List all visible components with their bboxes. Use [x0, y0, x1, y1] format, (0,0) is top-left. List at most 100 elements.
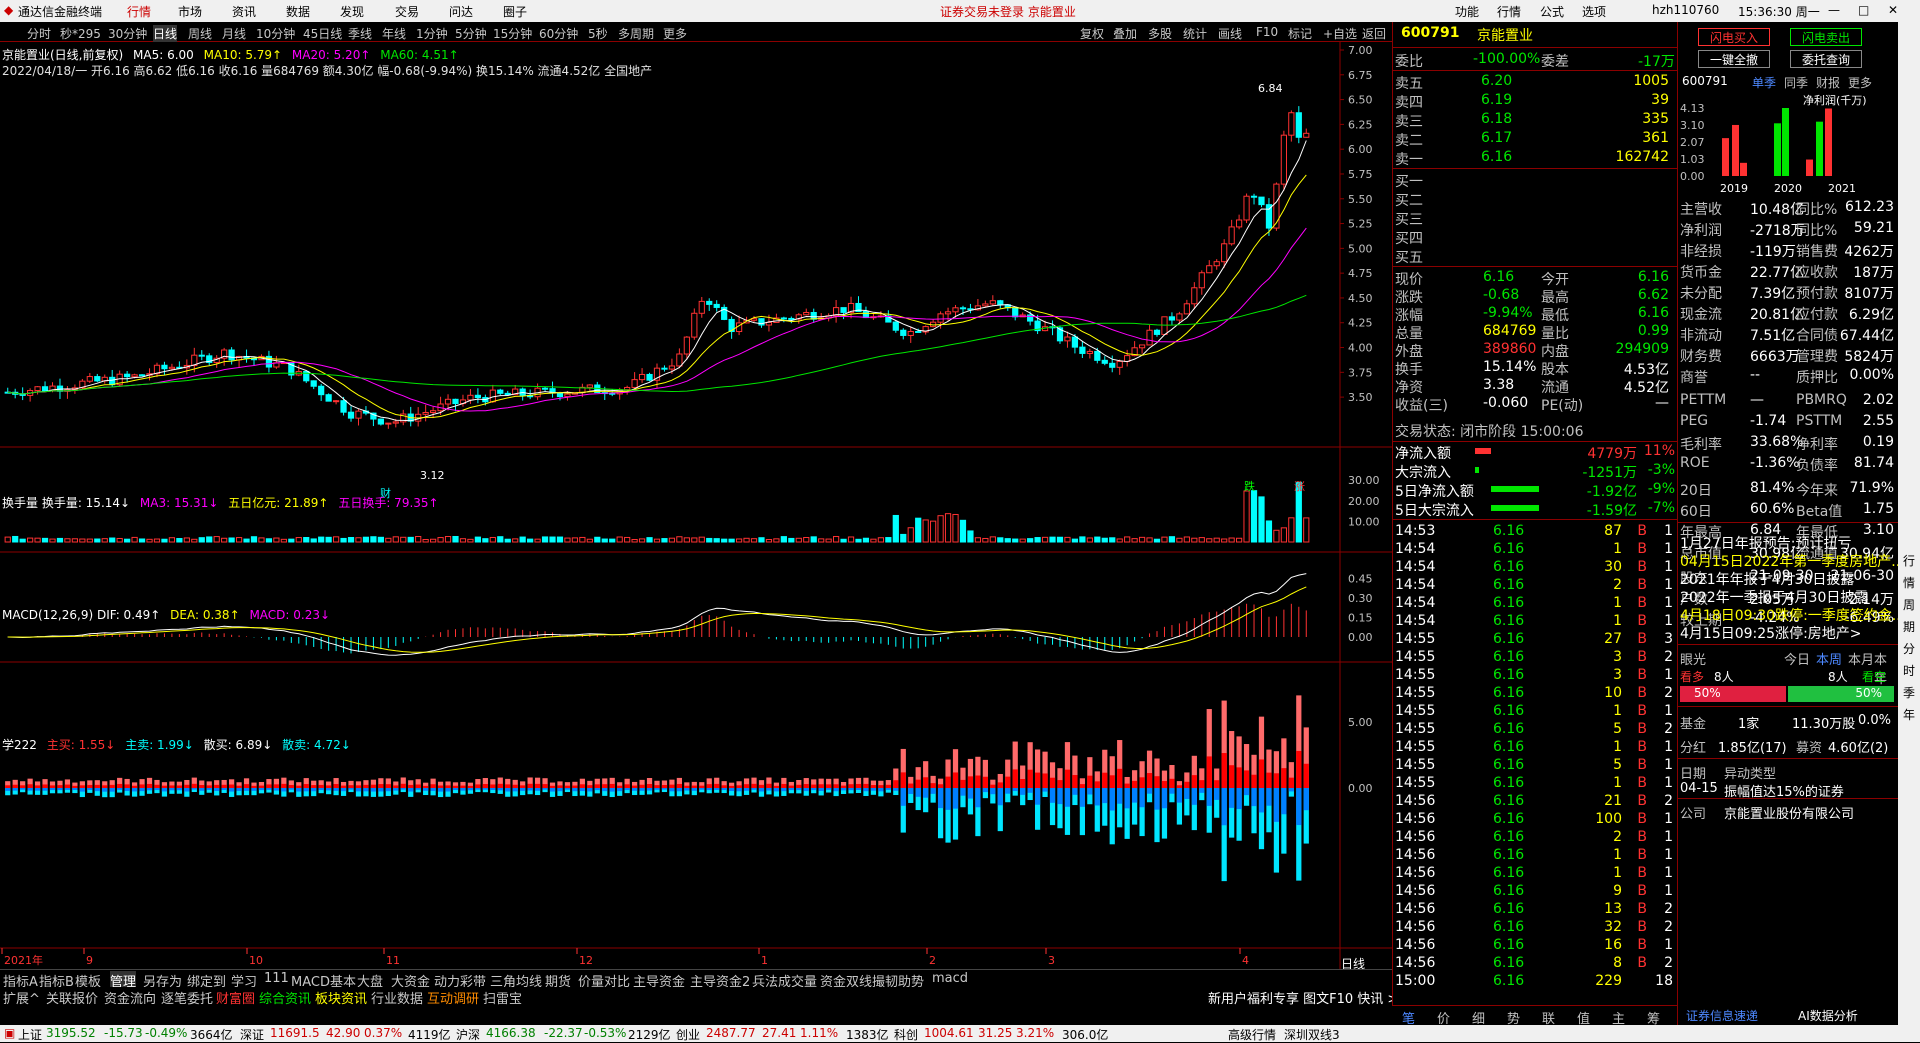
- period-more[interactable]: 更多: [663, 25, 687, 42]
- tool-fuquan[interactable]: 复权: [1080, 25, 1104, 42]
- tab-kuozhan[interactable]: 扩展^: [3, 988, 40, 1007]
- volume-bar: [1191, 537, 1198, 543]
- period-10m[interactable]: 10分钟: [256, 25, 295, 42]
- strip-item[interactable]: 期: [1903, 618, 1915, 635]
- tool-zixuan[interactable]: +自选: [1323, 25, 1357, 42]
- tab-hudongdiaoyan[interactable]: 互动调研: [427, 988, 479, 1007]
- candle-body: [624, 386, 631, 391]
- tab-macd[interactable]: macd: [932, 971, 968, 986]
- cancel-all-button[interactable]: 一键全撤: [1698, 50, 1770, 68]
- period-5s[interactable]: 5秒: [588, 25, 608, 42]
- menu-hangqing2[interactable]: 行情: [1497, 3, 1521, 20]
- candle-body: [1265, 204, 1273, 229]
- xue-main-buy-bar: [1027, 769, 1033, 788]
- promo-link[interactable]: 新用户福利专享 图文F10 快讯 >>: [1208, 988, 1409, 1007]
- capital-flows: 净流入额 4779万 11% 大宗流入 -1251万 -3% 5日净流入额 -1.92亿 -9%…: [1393, 442, 1677, 519]
- kc-label[interactable]: 科创: [894, 1026, 918, 1043]
- fin-row-cell: 2.02: [1862, 392, 1894, 408]
- xue-main-buy-bar: [654, 785, 660, 788]
- minimize-icon[interactable]: —: [1828, 3, 1840, 17]
- tick-row-cell: 1: [1664, 937, 1673, 953]
- gaoji-hangqing[interactable]: 高级行情: [1228, 1026, 1276, 1043]
- period-year[interactable]: 年线: [382, 25, 406, 42]
- eye-tab-today[interactable]: 今日: [1784, 649, 1810, 668]
- xue-main-buy-bar: [318, 784, 324, 788]
- tab-guanlianbaojia[interactable]: 关联报价: [46, 988, 98, 1007]
- tab-zhubiweituo[interactable]: 逐笔委托: [161, 988, 213, 1007]
- flash-sell-button[interactable]: 闪电卖出: [1790, 28, 1862, 46]
- xue-main-buy-bar: [87, 784, 93, 788]
- menu-shichang[interactable]: 市场: [178, 3, 202, 20]
- tab-caifuquan[interactable]: 财富圈: [216, 988, 255, 1007]
- hs-label[interactable]: 沪深: [456, 1026, 480, 1043]
- tool-tongji[interactable]: 统计: [1183, 25, 1207, 42]
- period-day[interactable]: 日线: [153, 25, 178, 42]
- tab-saoleibao[interactable]: 扫雷宝: [483, 988, 522, 1007]
- tool-biaoji[interactable]: 标记: [1288, 25, 1312, 42]
- menu-gongneng[interactable]: 功能: [1455, 3, 1479, 20]
- period-month[interactable]: 月线: [222, 25, 246, 42]
- period-fenshi[interactable]: 分时: [27, 25, 51, 42]
- period-miao[interactable]: 秒*295: [60, 25, 101, 42]
- menu-quanzi[interactable]: 圈子: [503, 3, 527, 20]
- tick-row-cell: 2: [1664, 901, 1673, 917]
- strip-item[interactable]: 周: [1903, 596, 1915, 613]
- tick-list[interactable]: 14:53 6.16 87 B 1 14:54 6.16 1 B 1 14:54 6.16 30 B 1 14…: [1393, 522, 1677, 1002]
- menu-zixun[interactable]: 资讯: [232, 3, 256, 20]
- xue-main-sell-bar: [251, 788, 257, 791]
- tool-duogu[interactable]: 多股: [1148, 25, 1172, 42]
- strip-item[interactable]: 年: [1903, 706, 1915, 723]
- close-icon[interactable]: ✕: [1888, 3, 1898, 17]
- period-45d[interactable]: 45日线: [303, 25, 342, 42]
- period-60m[interactable]: 60分钟: [539, 25, 578, 42]
- eye-tab-month[interactable]: 本月: [1848, 649, 1874, 668]
- tab-zonghezixun[interactable]: 综合资讯: [259, 988, 311, 1007]
- period-5m[interactable]: 5分钟: [455, 25, 487, 42]
- tab-hangyeshuju[interactable]: 行业数据: [371, 988, 423, 1007]
- xue-main-buy-bar: [833, 784, 839, 788]
- tab-zijinliuxiang[interactable]: 资金流向: [104, 988, 156, 1007]
- strip-item[interactable]: 季: [1903, 684, 1915, 701]
- kline-chart-area[interactable]: 7.00 6.75 6.50 6.25 6.00 5.75 5.50 5.25 5.00 4.75…: [0, 42, 1392, 971]
- link-zhengquan[interactable]: 证券信息速递: [1686, 1007, 1758, 1024]
- flash-buy-button[interactable]: 闪电买入: [1698, 28, 1770, 46]
- menu-jiaoyi[interactable]: 交易: [395, 3, 419, 20]
- strip-item[interactable]: 行: [1903, 552, 1915, 569]
- strip-item[interactable]: 分: [1903, 640, 1915, 657]
- fin-row: 60日 60.6% Beta值 1.75: [1678, 500, 1898, 520]
- volume-bar: [803, 536, 810, 543]
- menu-wenda[interactable]: 问达: [449, 3, 473, 20]
- period-season[interactable]: 季线: [348, 25, 372, 42]
- tab-bankuaizixun[interactable]: 板块资讯: [315, 988, 367, 1007]
- period-30m[interactable]: 30分钟: [108, 25, 147, 42]
- maximize-icon[interactable]: □: [1858, 3, 1869, 17]
- menu-shuju[interactable]: 数据: [286, 3, 310, 20]
- menu-hangqing[interactable]: 行情: [127, 3, 151, 20]
- tab-111[interactable]: 111: [264, 971, 289, 986]
- fin-row-cell: —: [1750, 392, 1764, 408]
- order-query-button[interactable]: 委托查询: [1790, 50, 1862, 68]
- strip-item[interactable]: 时: [1903, 662, 1915, 679]
- sz-label[interactable]: 深证: [240, 1026, 264, 1043]
- period-1m[interactable]: 1分钟: [416, 25, 448, 42]
- news-list[interactable]: 1月27日年报预告:预计扭亏 04月15日2022年第一季度房地产... 2021年…: [1678, 532, 1905, 652]
- volume-bar: [512, 538, 519, 543]
- tool-huaxian[interactable]: 画线: [1218, 25, 1242, 42]
- tool-f10[interactable]: F10: [1256, 25, 1278, 39]
- tool-diejia[interactable]: 叠加: [1113, 25, 1137, 42]
- cy-label[interactable]: 创业: [676, 1026, 700, 1043]
- server-name[interactable]: 深圳双线3: [1284, 1026, 1340, 1043]
- menu-xuanxiang[interactable]: 选项: [1582, 3, 1606, 20]
- yidong-row[interactable]: 04-15 振幅值达15%的证券: [1678, 780, 1898, 800]
- menu-faxian[interactable]: 发现: [340, 3, 364, 20]
- sh-label[interactable]: 上证: [18, 1026, 42, 1043]
- period-multi[interactable]: 多周期: [618, 25, 654, 42]
- menu-gongshi[interactable]: 公式: [1540, 3, 1564, 20]
- xue-main-buy-bar: [176, 785, 182, 788]
- period-week[interactable]: 周线: [188, 25, 212, 42]
- tool-back[interactable]: 返回: [1362, 25, 1386, 42]
- strip-item[interactable]: 情: [1903, 574, 1915, 591]
- eye-tab-week[interactable]: 本周: [1816, 649, 1842, 668]
- period-15m[interactable]: 15分钟: [493, 25, 532, 42]
- link-ai[interactable]: AI数据分析: [1798, 1007, 1858, 1024]
